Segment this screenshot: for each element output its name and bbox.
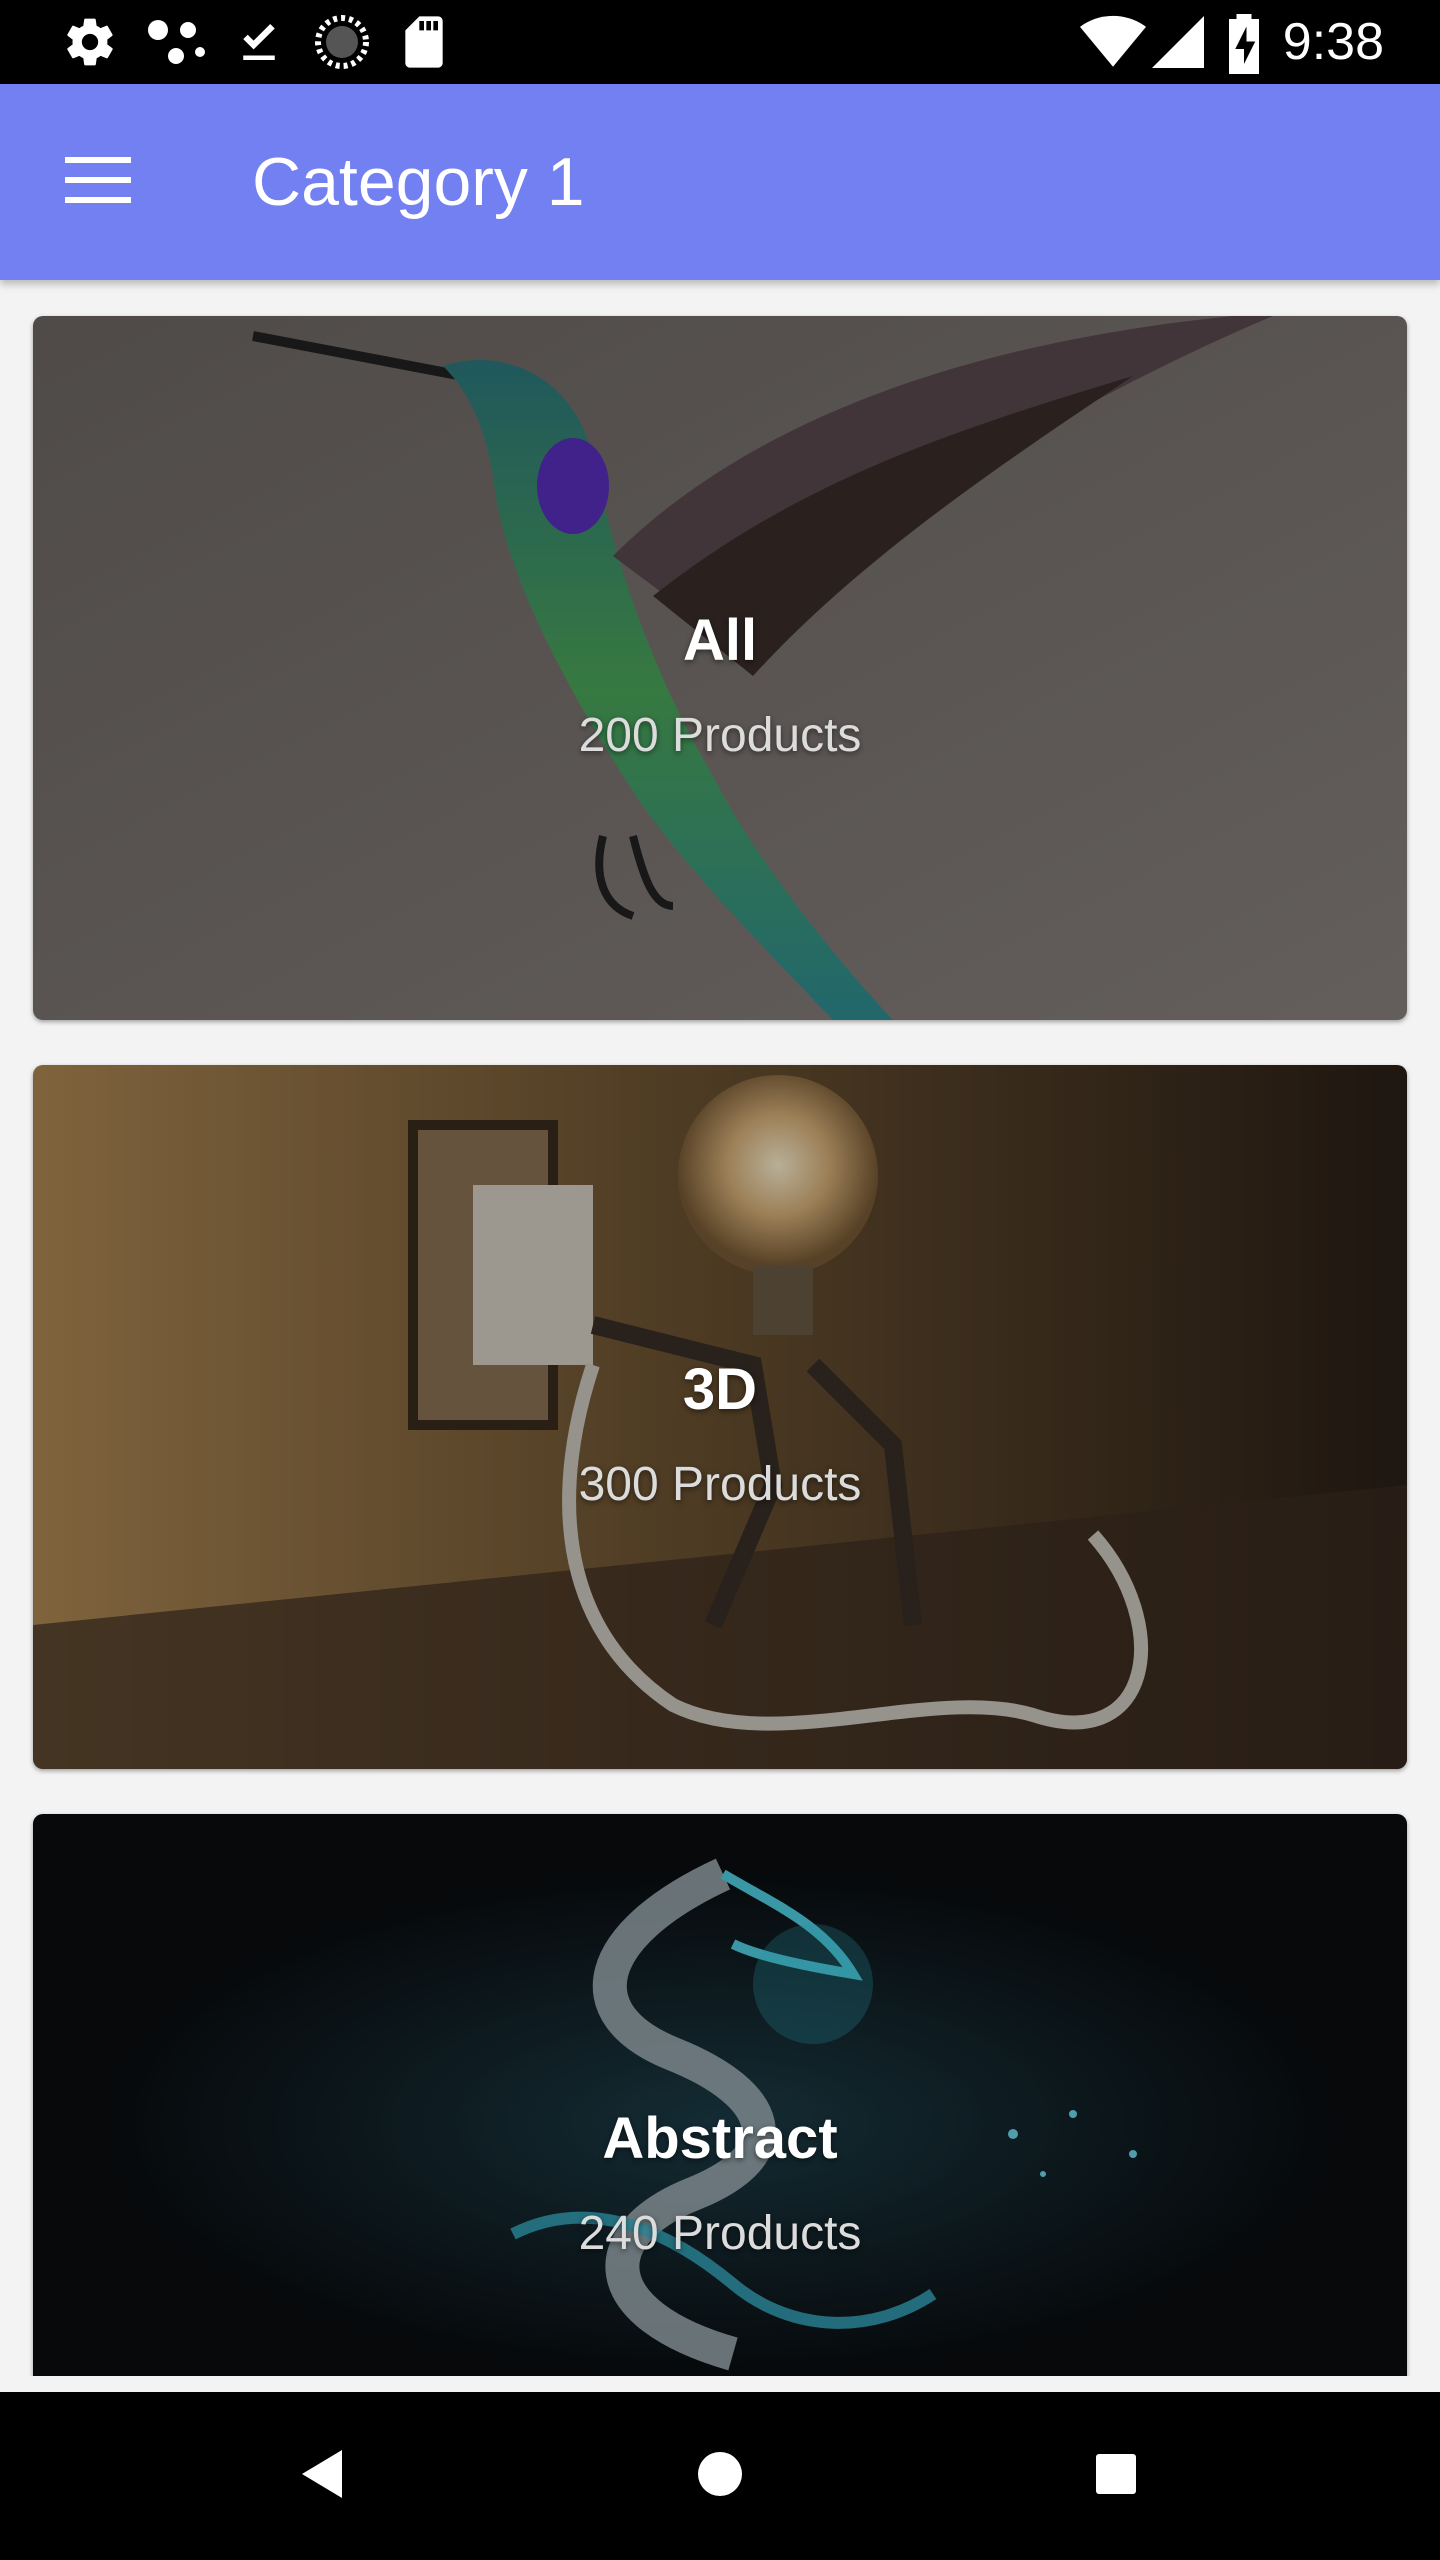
back-icon xyxy=(298,2448,346,2505)
category-count: 300 Products xyxy=(578,1458,862,1511)
app-bar: Category 1 xyxy=(0,84,1440,280)
status-time: 9:38 xyxy=(1282,13,1384,71)
recents-icon xyxy=(1094,2452,1138,2501)
screen: 9:38 Category 1 All 200 Products 3D 300 … xyxy=(0,0,1440,2560)
card-overlay xyxy=(33,1814,1407,2376)
category-title: All xyxy=(682,608,758,673)
category-card-all[interactable]: All 200 Products xyxy=(33,316,1407,1020)
category-count: 200 Products xyxy=(578,709,862,762)
category-title: 3D xyxy=(682,1357,758,1422)
status-bar: 9:38 xyxy=(0,0,1440,84)
sd-card-icon xyxy=(400,14,448,75)
category-card-abstract[interactable]: Abstract 240 Products xyxy=(33,1814,1407,2376)
hamburger-icon xyxy=(65,155,131,210)
battery-charging-icon xyxy=(1226,14,1262,79)
gear-icon xyxy=(62,14,118,75)
home-icon xyxy=(696,2450,744,2503)
menu-button[interactable] xyxy=(56,140,140,224)
category-card-3d[interactable]: 3D 300 Products xyxy=(33,1065,1407,1769)
sync-circle-icon xyxy=(314,14,370,75)
dots-icon xyxy=(146,14,206,75)
navigation-bar xyxy=(0,2392,1440,2560)
back-button[interactable] xyxy=(282,2436,362,2516)
home-button[interactable] xyxy=(680,2436,760,2516)
category-count: 240 Products xyxy=(578,2207,862,2260)
category-list: All 200 Products 3D 300 Products Abstrac… xyxy=(0,280,1440,2376)
signal-icon xyxy=(1152,14,1204,75)
category-title: Abstract xyxy=(602,2106,838,2171)
recents-button[interactable] xyxy=(1076,2436,1156,2516)
wifi-icon xyxy=(1080,14,1146,75)
download-done-icon xyxy=(232,14,286,75)
page-title: Category 1 xyxy=(252,144,585,220)
